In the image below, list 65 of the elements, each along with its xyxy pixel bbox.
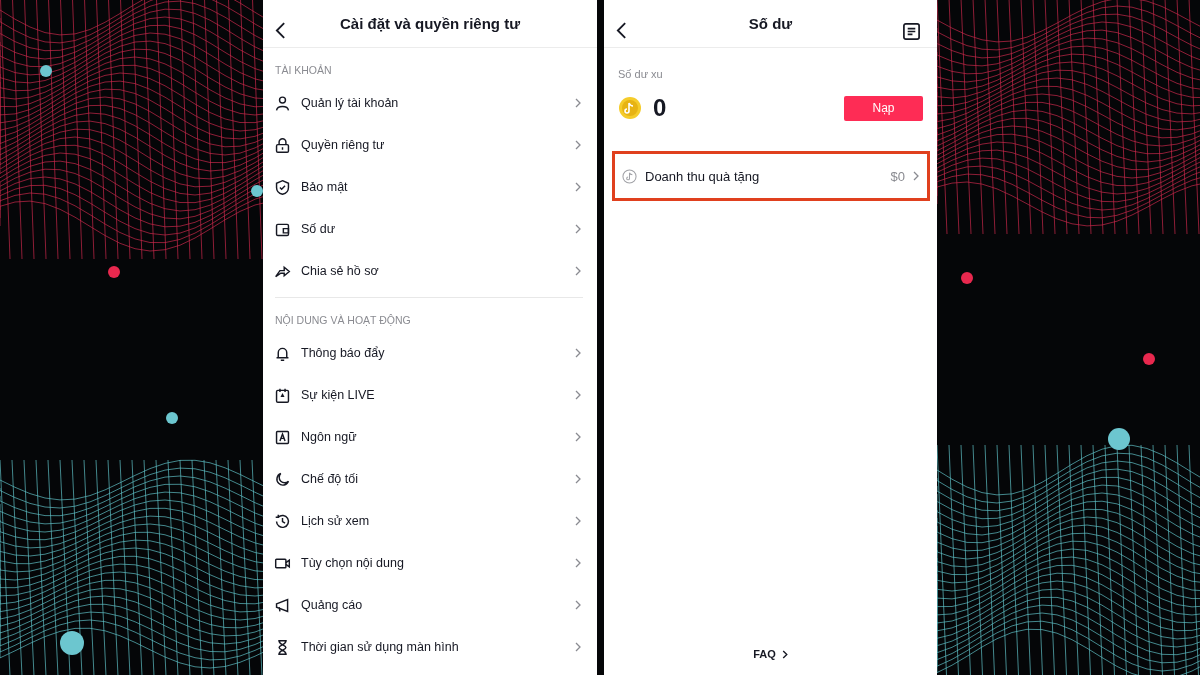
settings-item-label: Tùy chọn nội dung: [301, 556, 405, 570]
megaphone-icon: [274, 596, 291, 614]
chevron-right-icon: [575, 140, 581, 150]
gift-revenue-value: $0: [890, 168, 905, 184]
chevron-right-icon: [913, 171, 919, 181]
chevron-right-icon: [575, 98, 581, 108]
settings-item-label: Chế độ tối: [301, 472, 359, 486]
settings-item-label: Số dư: [301, 222, 337, 236]
settings-item-label: Quảng cáo: [301, 598, 364, 612]
chevron-right-icon: [575, 558, 581, 568]
person-icon: [274, 94, 291, 112]
settings-item-label: Chia sẻ hồ sơ: [301, 264, 380, 278]
section-heading: TÀI KHOẢN: [274, 63, 333, 78]
section-heading: NỘI DUNG VÀ HOẠT ĐỘNG: [274, 313, 412, 328]
coin-icon: [618, 96, 642, 120]
letter-a-icon: [274, 428, 291, 446]
screen-title: Cài đặt và quyền riêng tư: [339, 15, 521, 32]
chevron-right-icon: [575, 266, 581, 276]
moon-icon: [274, 470, 291, 488]
back-icon[interactable]: [275, 22, 286, 39]
calendar-icon: [274, 386, 291, 404]
chevron-right-icon: [575, 182, 581, 192]
chevron-right-icon: [575, 600, 581, 610]
faq-link[interactable]: FAQ: [753, 648, 788, 660]
chevron-right-icon: [575, 224, 581, 234]
settings-item[interactable]: Ngôn ngữ: [263, 416, 597, 458]
settings-item-label: Quyền riêng tư: [301, 138, 386, 152]
settings-item[interactable]: Quản lý tài khoản: [263, 82, 597, 124]
screen-title: Số dư: [748, 15, 793, 32]
gift-revenue-row[interactable]: Doanh thu quà tặng $0: [612, 151, 930, 201]
settings-item[interactable]: Tùy chọn nội dung: [263, 542, 597, 584]
shield-icon: [274, 178, 291, 196]
coin-balance-label: Số dư xu: [617, 67, 664, 80]
chevron-right-icon: [781, 649, 788, 659]
settings-item[interactable]: Quảng cáo: [263, 584, 597, 626]
chevron-right-icon: [575, 390, 581, 400]
settings-item[interactable]: Quyền riêng tư: [263, 124, 597, 166]
settings-item[interactable]: Chia sẻ hồ sơ: [263, 250, 597, 292]
settings-item-label: Quản lý tài khoản: [301, 96, 400, 110]
lock-icon: [274, 136, 291, 154]
settings-item-label: Thông báo đẩy: [301, 346, 386, 360]
back-icon[interactable]: [616, 22, 627, 39]
settings-item-label: Lịch sử xem: [301, 514, 371, 528]
settings-item[interactable]: Lịch sử xem: [263, 500, 597, 542]
settings-item[interactable]: Bảo mật: [263, 166, 597, 208]
chevron-right-icon: [575, 348, 581, 358]
recharge-button[interactable]: Nạp: [844, 95, 923, 121]
settings-item[interactable]: Thời gian sử dụng màn hình: [263, 626, 597, 668]
chevron-right-icon: [575, 516, 581, 526]
settings-item-label: Ngôn ngữ: [301, 430, 358, 444]
coin-amount: 0: [653, 94, 668, 122]
document-icon[interactable]: [902, 22, 921, 41]
settings-item-label: Bảo mật: [301, 180, 349, 194]
settings-item[interactable]: Số dư: [263, 208, 597, 250]
settings-item[interactable]: Thông báo đẩy: [263, 332, 597, 374]
music-note-icon: [622, 168, 637, 184]
settings-item[interactable]: Sự kiện LIVE: [263, 374, 597, 416]
chevron-right-icon: [575, 474, 581, 484]
settings-item-label: Thời gian sử dụng màn hình: [301, 640, 460, 654]
history-clock-icon: [274, 512, 291, 530]
settings-item-label: Sự kiện LIVE: [301, 388, 376, 402]
chevron-right-icon: [575, 642, 581, 652]
gift-revenue-label: Doanh thu quà tặng: [645, 168, 761, 184]
chevron-right-icon: [575, 432, 581, 442]
settings-item[interactable]: Chế độ tối: [263, 458, 597, 500]
